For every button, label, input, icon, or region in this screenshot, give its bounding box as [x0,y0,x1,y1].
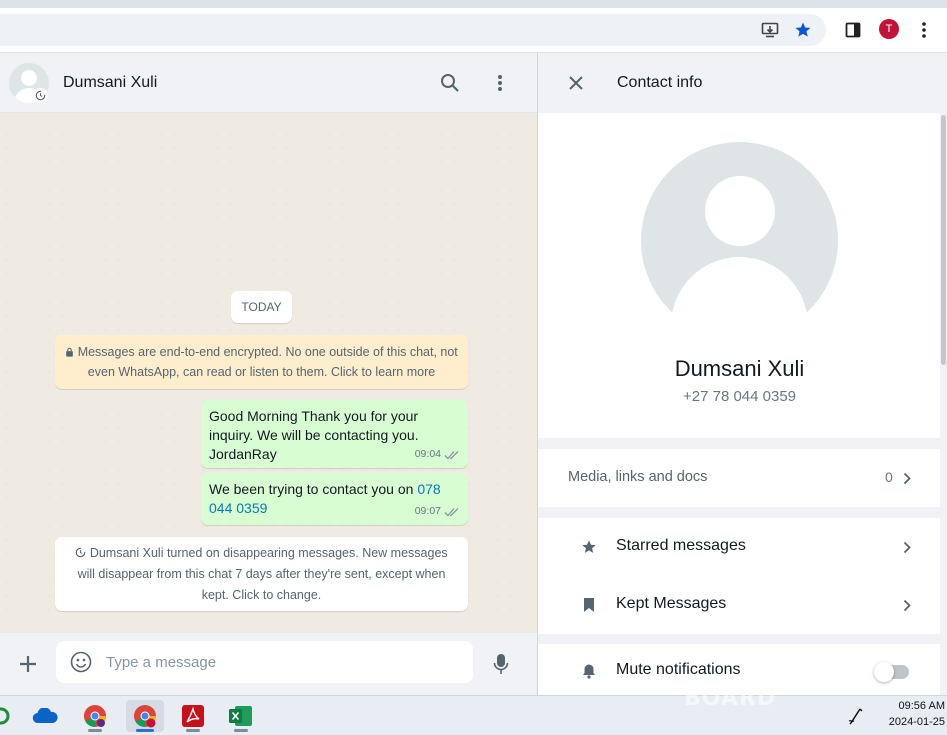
contact-info-pane: Contact info Dumsani Xuli +27 78 044 035… [537,53,947,695]
chat-pane: Dumsani Xuli TODAY Messages are end-to-e… [0,53,537,695]
onedrive-icon[interactable] [26,700,64,732]
clock-time: 09:56 AM [898,700,945,712]
chevron-right-icon [900,471,914,485]
install-app-icon[interactable] [760,20,780,40]
excel-icon[interactable] [222,700,260,732]
message-time: 09:04 [414,448,441,460]
taskbar-partial-icon[interactable] [0,700,20,732]
mute-notifications-label: Mute notifications [616,661,741,678]
message-list[interactable]: TODAY Messages are end-to-end encrypted.… [0,113,537,633]
message-bubble-outgoing[interactable]: We been trying to contact you on 078 044… [201,473,468,525]
browser-toolbar: T [0,8,947,52]
lock-icon [66,347,74,357]
contact-photo[interactable] [641,142,838,339]
kept-messages-label: Kept Messages [616,595,727,612]
mute-toggle[interactable] [874,662,909,682]
bell-icon [580,662,598,680]
microphone-icon[interactable] [489,652,513,676]
contact-options: Starred messages Kept Messages [538,518,941,634]
disappearing-timer-icon [76,547,86,558]
clock-date: 2024-01-25 [888,716,945,728]
encryption-notice-text: Messages are end-to-end encrypted. No on… [77,345,458,379]
date-divider: TODAY [231,291,292,323]
message-time: 09:07 [414,505,441,517]
kept-messages-row[interactable]: Kept Messages [538,576,941,634]
windows-taskbar: 09:56 AM 2024-01-25 [0,695,947,735]
contact-name: Dumsani Xuli [674,356,805,381]
chevron-right-icon [900,598,914,612]
chat-header[interactable]: Dumsani Xuli [0,53,537,113]
chrome-profile-icon[interactable] [126,700,164,732]
browser-tab-strip [0,0,947,8]
double-check-icon [444,507,459,516]
message-text: Good Morning Thank you for your inquiry.… [209,408,419,462]
star-icon [580,538,598,556]
profile-avatar[interactable]: T [879,19,899,39]
media-links-docs-row[interactable]: Media, links and docs 0 [538,449,941,507]
chrome-icon[interactable] [76,700,114,732]
starred-messages-label: Starred messages [616,537,746,554]
message-bubble-outgoing[interactable]: Good Morning Thank you for your inquiry.… [201,400,468,468]
pen-menu-icon[interactable] [840,700,872,732]
starred-messages-row[interactable]: Starred messages [538,518,941,576]
contact-info-scrollbar[interactable] [940,113,947,695]
contact-phone: +27 78 044 0359 [682,388,797,405]
contact-info-title: Contact info [617,74,703,91]
system-notice-text: Dumsani Xuli turned on disappearing mess… [77,546,448,602]
message-text: We been trying to contact you on [209,481,418,497]
attach-plus-icon[interactable] [16,652,40,676]
emoji-icon[interactable] [69,650,93,674]
message-composer [0,633,537,695]
close-icon[interactable] [564,71,588,95]
media-count: 0 [885,469,893,485]
system-clock[interactable]: 09:56 AM 2024-01-25 [880,698,945,730]
message-meta: 09:04 [415,445,460,464]
message-input-box[interactable] [56,641,473,683]
chat-contact-name[interactable]: Dumsani Xuli [63,74,157,92]
kebab-menu-icon[interactable] [914,20,934,40]
bookmark-icon [580,596,598,614]
side-panel-icon[interactable] [843,20,863,40]
watermark-text: BOARD [684,686,777,711]
disappearing-messages-notice[interactable]: Dumsani Xuli turned on disappearing mess… [55,537,468,611]
acrobat-icon[interactable] [174,700,212,732]
disappearing-timer-icon [33,88,48,103]
message-meta: 09:07 [415,502,460,521]
chat-menu-icon[interactable] [488,71,512,95]
search-icon[interactable] [438,71,462,95]
media-label: Media, links and docs [568,469,708,485]
address-bar[interactable] [0,14,826,46]
contact-info-header: Contact info [538,53,947,113]
bookmark-star-icon[interactable] [793,20,813,40]
profile-card: Dumsani Xuli +27 78 044 0359 [538,113,941,438]
chevron-right-icon [900,540,914,554]
double-check-icon [444,450,459,459]
message-input[interactable] [106,641,456,683]
encryption-notice[interactable]: Messages are end-to-end encrypted. No on… [55,335,468,389]
